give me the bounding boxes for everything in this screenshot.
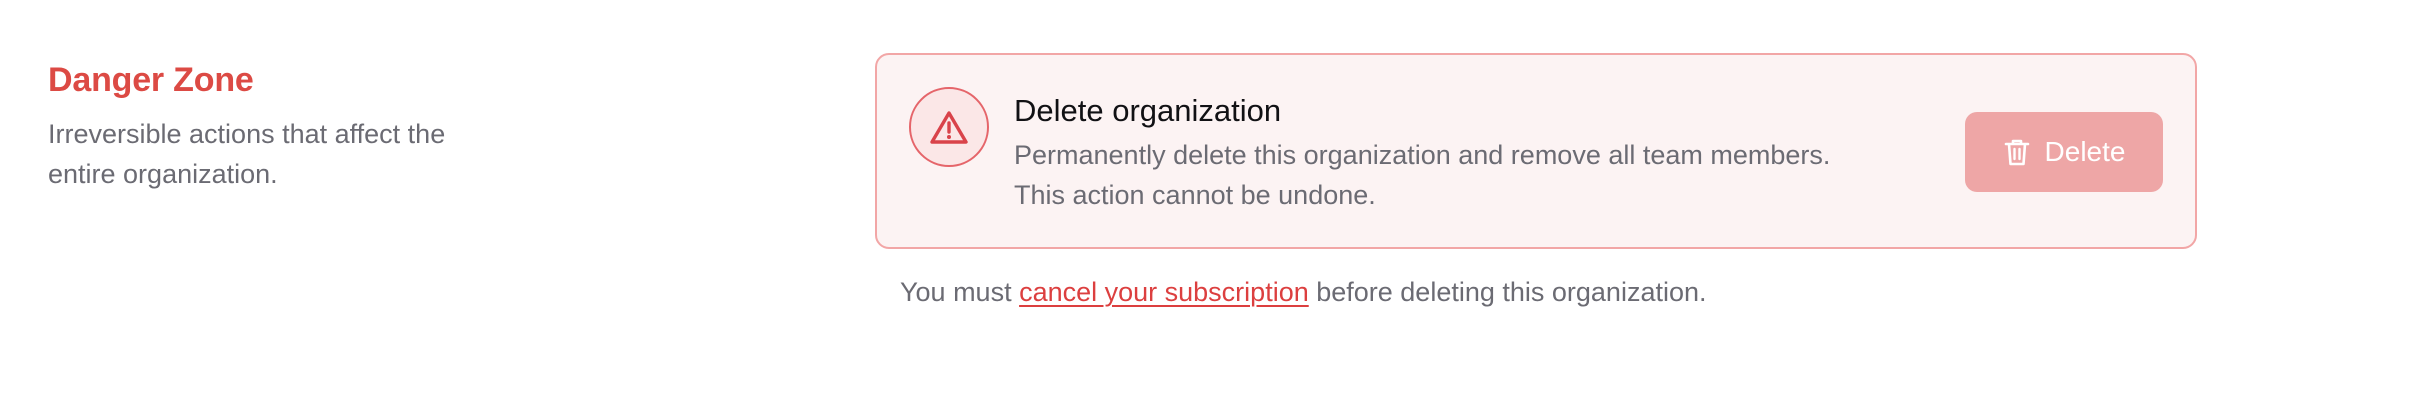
delete-description-line-1: Permanently delete this organization and… <box>1014 140 1831 170</box>
danger-zone-section: Danger Zone Irreversible actions that af… <box>0 0 2420 400</box>
danger-zone-title: Danger Zone <box>48 61 254 99</box>
delete-button-label: Delete <box>2044 136 2126 167</box>
delete-organization-card: Delete organization Permanently delete t… <box>875 53 2197 249</box>
delete-organization-text: Delete organization Permanently delete t… <box>1014 91 1954 215</box>
danger-zone-description: Irreversible actions that affect the ent… <box>48 119 446 189</box>
delete-button[interactable]: Delete <box>1965 112 2163 192</box>
note-suffix: before deleting this organization. <box>1308 277 1707 307</box>
trash-icon <box>2003 137 2031 167</box>
delete-organization-description: Permanently delete this organization and… <box>1014 135 1954 215</box>
warning-triangle-icon <box>909 87 989 167</box>
delete-organization-title: Delete organization <box>1014 93 1282 128</box>
subscription-note: You must cancel your subscription before… <box>900 272 1707 312</box>
cancel-subscription-link[interactable]: cancel your subscription <box>1019 277 1309 307</box>
note-prefix: You must <box>900 277 1020 307</box>
delete-description-line-2: This action cannot be undone. <box>1014 180 1376 210</box>
danger-zone-intro: Danger Zone Irreversible actions that af… <box>48 58 488 194</box>
